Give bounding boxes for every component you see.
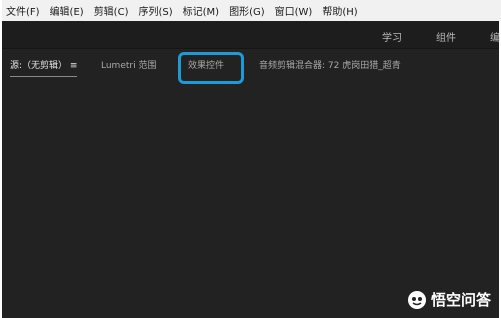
menu-clip[interactable]: 剪辑(C) bbox=[94, 3, 129, 18]
watermark-text: 悟空问答 bbox=[430, 291, 491, 309]
workspace-tab-learning[interactable]: 学习 bbox=[382, 29, 402, 44]
menu-file[interactable]: 文件(F) bbox=[6, 3, 40, 18]
menu-bar: 文件(F) 编辑(E) 剪辑(C) 序列(S) 标记(M) 图形(G) 窗口(W… bbox=[2, 0, 501, 21]
panel-tab-bar: 源:（无剪辑） ≡ Lumetri 范围 效果控件 音频剪辑混合器: 72 虎岗… bbox=[2, 50, 499, 80]
premiere-window: 文件(F) 编辑(E) 剪辑(C) 序列(S) 标记(M) 图形(G) 窗口(W… bbox=[0, 0, 501, 318]
watermark: 悟空问答 bbox=[407, 289, 491, 310]
wukong-logo-icon bbox=[407, 290, 426, 309]
workspace-tab-assembly[interactable]: 组件 bbox=[436, 29, 456, 44]
menu-help[interactable]: 帮助(H) bbox=[322, 3, 357, 18]
workspace-bar: 学习 组件 编 bbox=[2, 21, 500, 49]
menu-edit[interactable]: 编辑(E) bbox=[50, 3, 84, 18]
tab-lumetri-scopes[interactable]: Lumetri 范围 bbox=[101, 58, 156, 71]
menu-sequence[interactable]: 序列(S) bbox=[138, 3, 172, 18]
tab-source[interactable]: 源:（无剪辑） ≡ bbox=[10, 58, 78, 77]
source-panel: 源:（无剪辑） ≡ Lumetri 范围 效果控件 音频剪辑混合器: 72 虎岗… bbox=[2, 50, 499, 318]
menu-window[interactable]: 窗口(W) bbox=[275, 3, 313, 18]
workspace-tab-editing[interactable]: 编 bbox=[490, 29, 500, 44]
tab-effect-controls[interactable]: 效果控件 bbox=[188, 58, 224, 71]
menu-graphics[interactable]: 图形(G) bbox=[229, 3, 265, 18]
menu-marker[interactable]: 标记(M) bbox=[183, 3, 219, 18]
workspace-area: 学习 组件 编 源:（无剪辑） ≡ Lumetri 范围 效果控件 音频剪辑混合… bbox=[2, 21, 500, 318]
tab-audio-clip-mixer[interactable]: 音频剪辑混合器: 72 虎岗田猎_超青 bbox=[259, 58, 401, 71]
